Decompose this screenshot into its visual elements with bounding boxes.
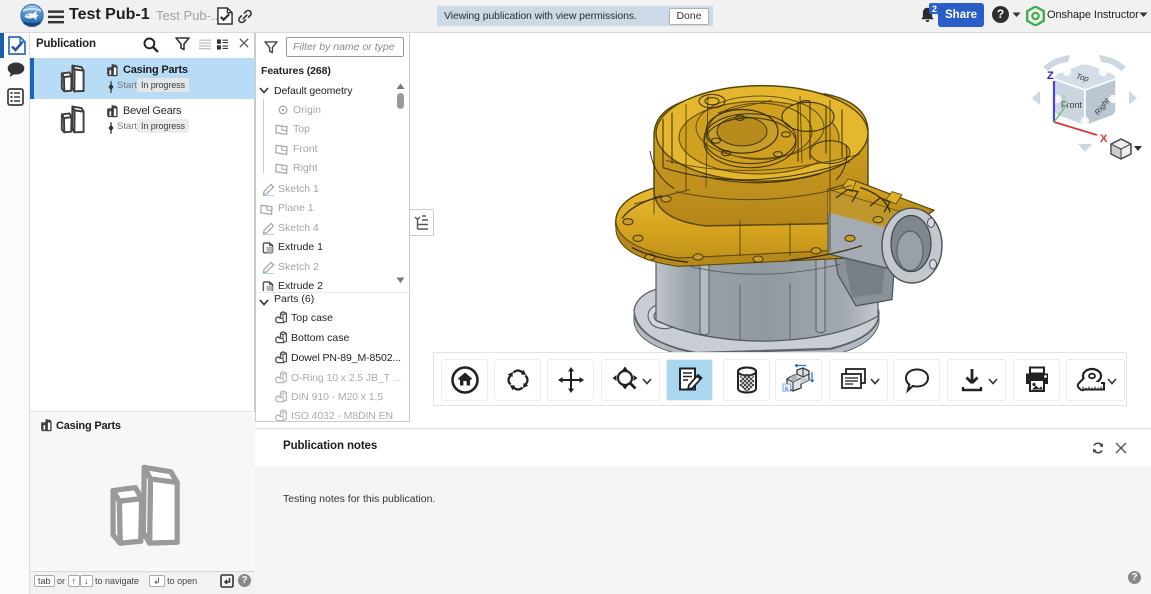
svg-text:Y: Y <box>1061 93 1067 103</box>
svg-text:X: X <box>1100 133 1108 145</box>
svg-text:Z: Z <box>1047 70 1054 82</box>
